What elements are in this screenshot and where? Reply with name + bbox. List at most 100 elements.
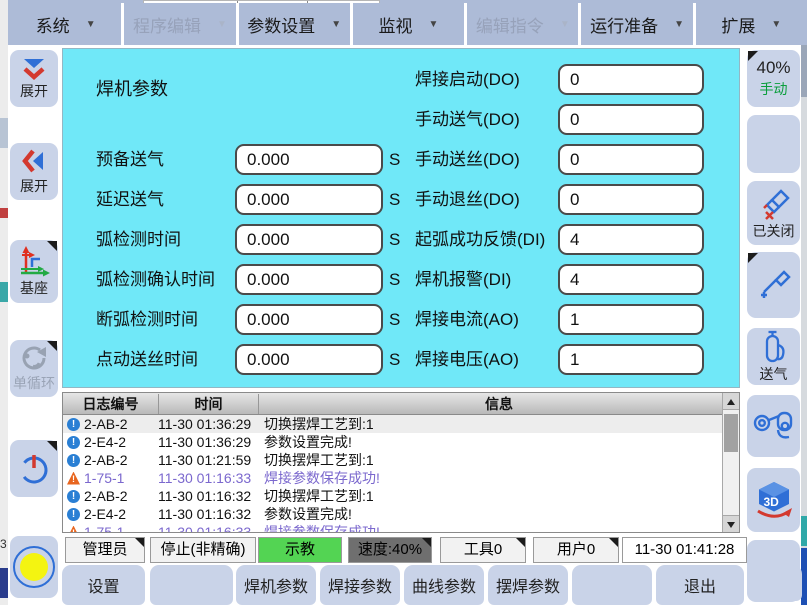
info-icon: [67, 490, 80, 503]
arc-break-time-input[interactable]: [235, 304, 383, 335]
base-label: 基座: [20, 278, 48, 298]
view-3d-button[interactable]: 3D: [747, 468, 800, 532]
log-header-row: 日志编号 时间 信息: [63, 393, 739, 415]
speed-mode-button[interactable]: 40% 手动: [747, 50, 800, 107]
expand-down-label: 展开: [20, 81, 48, 101]
field-label: 断弧检测时间: [96, 304, 198, 335]
dropdown-arrow-icon: ▼: [674, 19, 684, 30]
empty-bottom-button[interactable]: [572, 565, 652, 605]
curve-params-button[interactable]: 曲线参数: [404, 565, 484, 605]
empty-bottom-button[interactable]: [748, 565, 802, 601]
menu-program-edit: 程序编辑▼: [124, 3, 235, 45]
handheld-device-button[interactable]: [747, 395, 800, 457]
manual-wirefeed-do-input[interactable]: [558, 144, 704, 175]
log-header-id: 日志编号: [63, 394, 158, 414]
expand-down-button[interactable]: 展开: [10, 50, 58, 107]
manual-wireback-do-input[interactable]: [558, 184, 704, 215]
welder-parameters-panel: 焊机参数 预备送气 S 延迟送气 S 弧检测时间 S 弧检测确认时间 S 断弧检…: [62, 48, 740, 388]
chevrons-down-icon: [19, 57, 49, 80]
power-button[interactable]: [10, 440, 58, 497]
cube-3d-icon: 3D: [753, 479, 795, 521]
log-scrollbar[interactable]: [722, 393, 739, 532]
menu-run-prepare[interactable]: 运行准备▼: [581, 3, 692, 45]
dropdown-arrow-icon: ▼: [86, 19, 96, 30]
base-frame-button[interactable]: 基座: [10, 240, 58, 303]
manual-gas-do-input[interactable]: [558, 104, 704, 135]
warning-icon: [67, 526, 80, 534]
weld-current-ao-input[interactable]: [558, 304, 704, 335]
status-user-level[interactable]: 管理员: [65, 537, 145, 563]
dropdown-arrow-icon: ▼: [560, 19, 570, 30]
weld-start-do-input[interactable]: [558, 64, 704, 95]
status-speed[interactable]: 速度:40%: [348, 537, 432, 563]
pre-gas-input[interactable]: [235, 144, 383, 175]
empty-bottom-button[interactable]: [150, 565, 233, 605]
scroll-down-button[interactable]: [723, 515, 739, 532]
jog-wirefeed-time-input[interactable]: [235, 344, 383, 375]
welder-alarm-di-input[interactable]: [558, 264, 704, 295]
arc-confirm-time-input[interactable]: [235, 264, 383, 295]
empty-rail-button[interactable]: [747, 115, 800, 173]
field-label: 焊接电流(AO): [415, 304, 519, 335]
menu-extension[interactable]: 扩展▼: [696, 3, 807, 45]
base-axes-icon: [17, 245, 51, 277]
log-row[interactable]: 2-AB-2 11-30 01:36:29 切换摆焊工艺到:1: [63, 415, 739, 433]
torch-icon: [756, 267, 792, 303]
torch-status-label: 已关闭: [753, 221, 795, 241]
edge-digit: 3: [0, 537, 8, 551]
exit-button[interactable]: 退出: [656, 565, 744, 605]
status-datetime: 11-30 01:41:28: [622, 537, 747, 563]
field-label: 手动退丝(DO): [415, 184, 520, 215]
gas-cylinder-icon: [759, 329, 789, 363]
log-row[interactable]: 2-AB-2 11-30 01:21:59 切换摆焊工艺到:1: [63, 451, 739, 469]
servo-status-button[interactable]: [10, 536, 58, 598]
scroll-up-button[interactable]: [723, 393, 739, 410]
dropdown-arrow-icon: ▼: [217, 19, 227, 30]
arc-detect-time-input[interactable]: [235, 224, 383, 255]
unit-label: S: [389, 184, 400, 215]
field-label: 手动送气(DO): [415, 104, 520, 135]
menu-parameter-settings[interactable]: 参数设置▼: [239, 3, 350, 45]
scroll-thumb[interactable]: [724, 414, 738, 452]
gas-feed-button[interactable]: 送气: [747, 328, 800, 385]
menu-monitor[interactable]: 监视▼: [353, 3, 464, 45]
field-label: 起弧成功反馈(DI): [415, 224, 545, 255]
expand-left-button[interactable]: 展开: [10, 143, 58, 200]
unit-label: S: [389, 224, 400, 255]
single-cycle-label: 单循环: [13, 373, 55, 393]
mode-label: 手动: [760, 79, 788, 99]
dropdown-arrow-icon: ▼: [331, 19, 341, 30]
weave-params-button[interactable]: 摆焊参数: [488, 565, 568, 605]
log-row[interactable]: 2-E4-2 11-30 01:16:32 参数设置完成!: [63, 505, 739, 523]
delay-gas-input[interactable]: [235, 184, 383, 215]
menu-system[interactable]: 系统▼: [10, 3, 121, 45]
status-user-frame[interactable]: 用户0: [533, 537, 619, 563]
unit-label: S: [389, 144, 400, 175]
log-header-time: 时间: [158, 394, 258, 414]
torch-tool-button[interactable]: [747, 252, 800, 318]
unit-label: S: [389, 344, 400, 375]
edge-fragment: [801, 42, 807, 97]
field-label: 弧检测时间: [96, 224, 181, 255]
left-edge-strip: 3: [0, 0, 8, 605]
arc-success-di-input[interactable]: [558, 224, 704, 255]
info-icon: [67, 454, 80, 467]
weld-params-button[interactable]: 焊接参数: [320, 565, 400, 605]
log-row[interactable]: 2-AB-2 11-30 01:16:32 切换摆焊工艺到:1: [63, 487, 739, 505]
yellow-status-lamp-icon: [13, 546, 55, 588]
status-motion-state: 停止(非精确): [150, 537, 256, 563]
log-row-partial[interactable]: 1-75-1 11-30 01:16:33 焊接参数保存成功!: [63, 523, 739, 533]
torch-closed-button[interactable]: 已关闭: [747, 181, 800, 245]
expand-left-label: 展开: [20, 176, 48, 196]
log-row[interactable]: 1-75-1 11-30 01:16:33 焊接参数保存成功!: [63, 469, 739, 487]
field-label: 焊接电压(AO): [415, 344, 519, 375]
torch-off-icon: [756, 186, 792, 220]
settings-button[interactable]: 设置: [62, 565, 145, 605]
welder-params-button[interactable]: 焊机参数: [236, 565, 316, 605]
log-row[interactable]: 2-E4-2 11-30 01:36:29 参数设置完成!: [63, 433, 739, 451]
log-table: 日志编号 时间 信息 2-AB-2 11-30 01:36:29 切换摆焊工艺到…: [62, 392, 740, 533]
unit-label: S: [389, 304, 400, 335]
field-label: 焊接启动(DO): [415, 64, 520, 95]
status-tool[interactable]: 工具0: [440, 537, 526, 563]
weld-voltage-ao-input[interactable]: [558, 344, 704, 375]
